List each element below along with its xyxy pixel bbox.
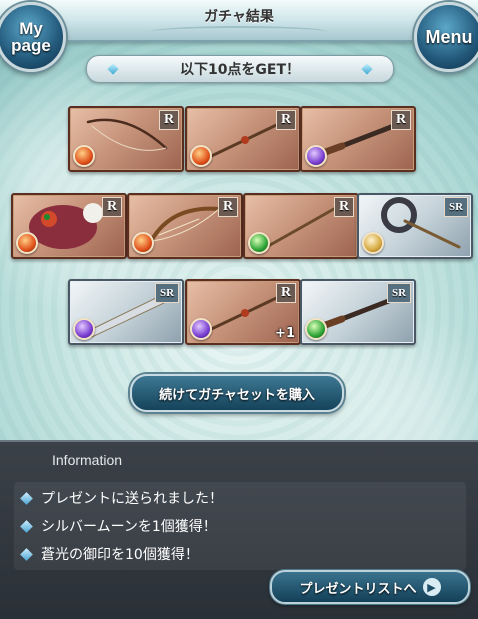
element-wind-icon xyxy=(305,318,327,340)
information-list: プレゼントに送られました！ シルバームーンを1個獲得！ 蒼光の御印を10個獲得！ xyxy=(14,482,466,570)
item-card[interactable]: R xyxy=(127,193,243,259)
information-line-text: プレゼントに送られました！ xyxy=(41,491,223,507)
buy-again-button[interactable]: 続けてガチャセットを購入 xyxy=(130,374,344,412)
rarity-badge: SR xyxy=(444,197,468,217)
item-card[interactable]: R xyxy=(243,193,359,259)
item-card[interactable]: R xyxy=(11,193,127,259)
element-dark-icon xyxy=(305,145,327,167)
element-fire-icon xyxy=(132,232,154,254)
page-title: ガチャ結果 xyxy=(204,9,274,25)
present-list-button[interactable]: プレゼントリストへ ▶ xyxy=(270,570,470,604)
header-ornament xyxy=(150,26,328,38)
rarity-badge: R xyxy=(102,197,122,217)
rarity-badge: R xyxy=(276,110,296,130)
rarity-badge: SR xyxy=(155,283,179,303)
play-arrow-icon: ▶ xyxy=(422,578,441,596)
item-card[interactable]: SR xyxy=(300,279,416,345)
rarity-badge: R xyxy=(276,283,296,303)
diamond-bullet-icon xyxy=(20,547,33,561)
rarity-badge: R xyxy=(391,110,411,130)
element-light-icon xyxy=(362,232,384,254)
menu-button[interactable]: Menu xyxy=(414,2,478,72)
item-card[interactable]: R xyxy=(185,106,301,172)
result-banner: 以下10点をGET！ xyxy=(86,55,394,83)
element-fire-icon xyxy=(16,232,38,254)
information-line: 蒼光の御印を10個獲得！ xyxy=(20,544,199,564)
diamond-icon xyxy=(361,63,373,75)
item-card[interactable]: SR xyxy=(68,279,184,345)
rarity-badge: R xyxy=(159,110,179,130)
result-banner-text: 以下10点をGET！ xyxy=(179,62,301,78)
diamond-icon xyxy=(107,63,119,75)
menu-label: Menu xyxy=(425,26,473,47)
element-dark-icon xyxy=(73,318,95,340)
plus-bonus: +1 xyxy=(275,326,295,341)
rarity-badge: R xyxy=(218,197,238,217)
element-dark-icon xyxy=(190,318,212,340)
information-line: シルバームーンを1個獲得！ xyxy=(20,516,217,536)
rarity-badge: R xyxy=(334,197,354,217)
element-wind-icon xyxy=(248,232,270,254)
diamond-bullet-icon xyxy=(20,491,33,505)
rarity-badge: SR xyxy=(387,283,411,303)
information-line-text: 蒼光の御印を10個獲得！ xyxy=(41,547,199,563)
information-title: Information xyxy=(52,452,123,468)
mypage-label: My page xyxy=(11,19,51,55)
diamond-bullet-icon xyxy=(20,519,33,533)
item-card[interactable]: R +1 xyxy=(185,279,301,345)
buy-again-label: 続けてガチャセットを購入 xyxy=(159,387,315,403)
item-card[interactable]: R xyxy=(300,106,416,172)
item-card[interactable]: R xyxy=(68,106,184,172)
information-line-text: シルバームーンを1個獲得！ xyxy=(41,519,217,535)
information-line: プレゼントに送られました！ xyxy=(20,488,223,508)
item-card[interactable]: SR xyxy=(357,193,473,259)
element-fire-icon xyxy=(73,145,95,167)
present-list-label: プレゼントリストへ xyxy=(299,581,417,597)
element-fire-icon xyxy=(190,145,212,167)
header-bar: ガチャ結果 xyxy=(0,0,478,42)
mypage-button[interactable]: My page xyxy=(0,2,66,72)
